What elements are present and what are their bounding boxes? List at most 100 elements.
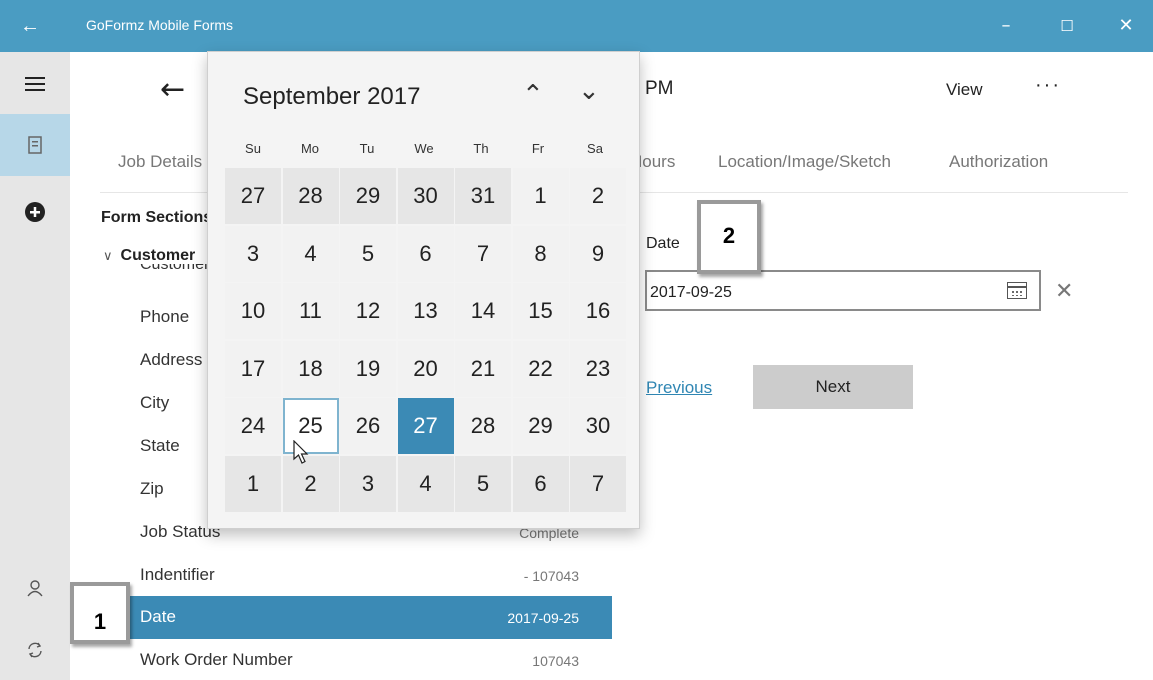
calendar-day[interactable]: 6 xyxy=(397,225,454,282)
calendar-day[interactable]: 17 xyxy=(225,340,281,397)
calendar-day[interactable]: 24 xyxy=(225,398,281,454)
calendar-day[interactable]: 15 xyxy=(512,283,569,339)
row-value: 2017-09-25 xyxy=(507,610,579,626)
row-label: Address xyxy=(140,350,203,369)
callout-2: 2 xyxy=(697,200,761,274)
tab-location-image-sketch[interactable]: Location/Image/Sketch xyxy=(718,152,891,172)
customer-group-header[interactable]: ∨ Customer xyxy=(103,247,195,265)
calendar-flyout: September 2017 ⌃ ⌄ Su Mo Tu We Th Fr Sa … xyxy=(207,51,640,529)
calendar-day-grid: 27 28 29 30 31 1 2 3 4 5 6 7 8 9 10 11 12 13 14 15 16 17 18 19 2… xyxy=(225,168,626,512)
maximize-icon[interactable]: ☐ xyxy=(1052,14,1082,38)
chevron-up-icon[interactable]: ⌃ xyxy=(522,80,544,110)
calendar-day[interactable]: 12 xyxy=(340,283,396,339)
calendar-day[interactable]: 7 xyxy=(570,455,626,512)
calendar-day[interactable]: 18 xyxy=(282,340,339,397)
weekday-label: Tu xyxy=(359,141,375,156)
row-label: State xyxy=(140,436,180,455)
window-back-icon[interactable]: ← xyxy=(20,14,50,38)
calendar-day[interactable]: 1 xyxy=(512,168,569,224)
tab-job-details[interactable]: Job Details xyxy=(118,152,202,172)
row-value: 107043 xyxy=(532,653,579,669)
calendar-day[interactable]: 4 xyxy=(397,455,454,512)
row-label: Date xyxy=(140,607,176,626)
next-button[interactable]: Next xyxy=(753,365,913,409)
calendar-day[interactable]: 23 xyxy=(570,340,626,397)
row-label: Zip xyxy=(140,479,164,498)
calendar-day[interactable]: 11 xyxy=(282,283,339,339)
calendar-day-today[interactable]: 27 xyxy=(397,398,454,454)
forms-icon[interactable] xyxy=(0,114,70,176)
customer-group-label: Customer xyxy=(120,247,196,264)
list-item[interactable]: Work Order Number 107043 xyxy=(129,639,612,680)
calendar-day[interactable]: 27 xyxy=(225,168,281,224)
chevron-down-icon: ∨ xyxy=(103,249,113,264)
calendar-day[interactable]: 22 xyxy=(512,340,569,397)
more-options-button[interactable]: ··· xyxy=(1035,74,1061,97)
calendar-day[interactable]: 9 xyxy=(570,225,626,282)
calendar-day[interactable]: 4 xyxy=(282,225,339,282)
calendar-day[interactable]: 21 xyxy=(455,340,511,397)
calendar-day[interactable]: 29 xyxy=(512,398,569,454)
calendar-day[interactable]: 3 xyxy=(340,455,396,512)
previous-link[interactable]: Previous xyxy=(646,378,712,398)
title-bar: ← GoFormz Mobile Forms – ☐ ✕ xyxy=(0,0,1153,52)
mouse-cursor-icon xyxy=(293,440,309,464)
calendar-day[interactable]: 30 xyxy=(570,398,626,454)
calendar-month-title: September 2017 xyxy=(243,83,421,110)
hamburger-icon[interactable] xyxy=(0,56,70,112)
row-label: Indentifier xyxy=(140,565,215,584)
minimize-icon[interactable]: – xyxy=(991,14,1021,38)
weekday-label: Sa xyxy=(587,141,603,156)
view-button[interactable]: View xyxy=(946,80,983,100)
calendar-day[interactable]: 20 xyxy=(397,340,454,397)
date-field[interactable]: 2017-09-25 xyxy=(645,270,1041,311)
calendar-day[interactable]: 6 xyxy=(512,455,569,512)
calendar-day[interactable]: 8 xyxy=(512,225,569,282)
calendar-day[interactable]: 14 xyxy=(455,283,511,339)
calendar-day[interactable]: 13 xyxy=(397,283,454,339)
calendar-day[interactable]: 28 xyxy=(282,168,339,224)
weekday-label: We xyxy=(414,141,434,156)
form-sections-title: Form Sections xyxy=(101,209,213,226)
weekday-label: Mo xyxy=(300,141,320,156)
customer-field-peek: Customer xyxy=(140,264,210,273)
calendar-day[interactable]: 2 xyxy=(570,168,626,224)
close-icon[interactable]: ✕ xyxy=(1111,14,1141,38)
weekday-label: Th xyxy=(473,141,489,156)
row-label: City xyxy=(140,393,170,412)
row-value: - 107043 xyxy=(523,568,579,584)
date-field-label: Date xyxy=(646,235,680,252)
weekday-label: Fr xyxy=(531,141,545,156)
calendar-day[interactable]: 30 xyxy=(397,168,454,224)
calendar-day[interactable]: 19 xyxy=(340,340,396,397)
back-arrow-icon[interactable]: ← xyxy=(160,72,185,107)
list-item-selected[interactable]: Date 2017-09-25 xyxy=(129,596,612,639)
calendar-day[interactable]: 7 xyxy=(455,225,511,282)
callout-1: 1 xyxy=(70,582,130,644)
calendar-day[interactable]: 3 xyxy=(225,225,281,282)
user-icon[interactable] xyxy=(0,560,70,616)
weekday-label: Su xyxy=(245,141,261,156)
calendar-day[interactable]: 5 xyxy=(455,455,511,512)
calendar-day[interactable]: 26 xyxy=(340,398,396,454)
list-item[interactable]: Indentifier - 107043 xyxy=(129,554,612,597)
calendar-day[interactable]: 16 xyxy=(570,283,626,339)
page-title: PM xyxy=(645,78,674,99)
calendar-day[interactable]: 28 xyxy=(455,398,511,454)
sync-icon[interactable] xyxy=(0,622,70,678)
add-icon[interactable] xyxy=(0,184,70,240)
row-label: Phone xyxy=(140,307,190,326)
chevron-down-icon[interactable]: ⌄ xyxy=(578,76,600,106)
calendar-icon[interactable] xyxy=(1007,282,1027,299)
calendar-day[interactable]: 31 xyxy=(455,168,511,224)
nav-rail xyxy=(0,52,70,680)
tab-authorization[interactable]: Authorization xyxy=(949,152,1048,172)
calendar-day[interactable]: 5 xyxy=(340,225,396,282)
row-label: Work Order Number xyxy=(140,650,293,669)
date-field-value: 2017-09-25 xyxy=(650,284,732,301)
app-title: GoFormz Mobile Forms xyxy=(86,17,234,33)
calendar-day[interactable]: 10 xyxy=(225,283,281,339)
clear-icon[interactable]: ✕ xyxy=(1055,280,1073,304)
calendar-day[interactable]: 1 xyxy=(225,455,281,512)
calendar-day[interactable]: 29 xyxy=(340,168,396,224)
